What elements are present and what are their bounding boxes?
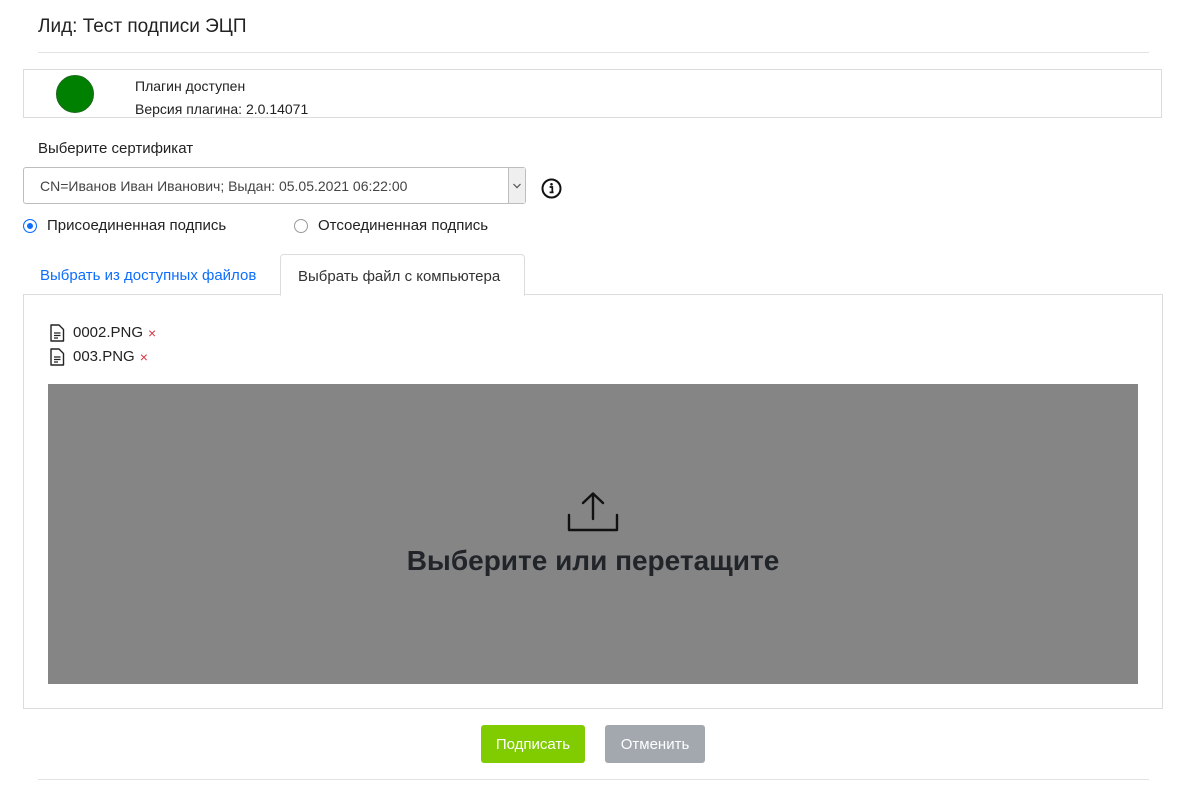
certificate-label: Выберите сертификат: [38, 140, 194, 157]
plugin-status-indicator: [56, 75, 94, 113]
page-title: Лид: Тест подписи ЭЦП: [38, 16, 247, 37]
plugin-status-panel: Плагин доступен Версия плагина: 2.0.1407…: [23, 69, 1162, 118]
plugin-info: Плагин доступен Версия плагина: 2.0.1407…: [135, 75, 308, 121]
radio-checked-icon[interactable]: [23, 218, 37, 233]
plugin-version-text: Версия плагина: 2.0.14071: [135, 101, 309, 117]
file-icon: [50, 348, 65, 366]
radio-attached-signature[interactable]: Присоединенная подпись: [23, 217, 226, 234]
file-item: 0002.PNG ×: [49, 323, 156, 343]
file-icon: [50, 324, 65, 342]
upload-icon: [567, 492, 619, 532]
certificate-selected-value: CN=Иванов Иван Иванович; Выдан: 05.05.20…: [40, 178, 408, 194]
file-name: 003.PNG: [73, 348, 135, 365]
radio-detached-label: Отсоединенная подпись: [318, 217, 489, 234]
radio-unchecked-icon[interactable]: [294, 218, 308, 233]
remove-file-icon[interactable]: ×: [140, 347, 148, 367]
remove-file-icon[interactable]: ×: [148, 323, 156, 343]
radio-attached-label: Присоединенная подпись: [47, 217, 227, 234]
radio-detached-signature[interactable]: Отсоединенная подпись: [294, 217, 488, 234]
tab-from-computer[interactable]: Выбрать файл с компьютера: [280, 254, 525, 296]
chevron-down-icon[interactable]: [508, 168, 525, 203]
tab-from-computer-label: Выбрать файл с компьютера: [298, 268, 501, 285]
cancel-button[interactable]: Отменить: [605, 725, 705, 763]
tab-available-files[interactable]: Выбрать из доступных файлов: [40, 266, 256, 286]
file-dropzone[interactable]: [48, 384, 1138, 684]
info-circle-icon[interactable]: [541, 178, 562, 199]
sign-button[interactable]: Подписать: [481, 725, 585, 763]
certificate-select[interactable]: CN=Иванов Иван Иванович; Выдан: 05.05.20…: [23, 167, 526, 204]
footer-divider: [38, 779, 1149, 780]
file-item: 003.PNG ×: [49, 347, 148, 367]
header-divider: [38, 52, 1149, 53]
file-name: 0002.PNG: [73, 324, 144, 341]
plugin-status-text: Плагин доступен: [135, 78, 246, 94]
dropzone-text: Выберите или перетащите: [406, 545, 780, 576]
